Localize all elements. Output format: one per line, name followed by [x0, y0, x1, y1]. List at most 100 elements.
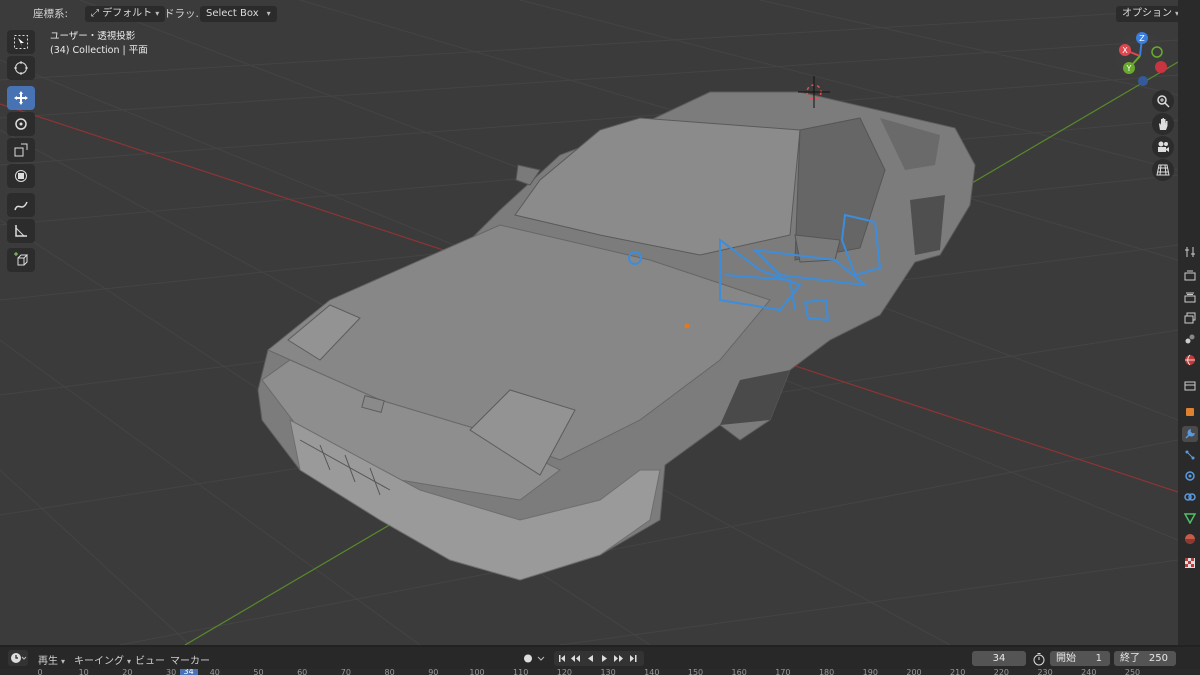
ruler-tick: 220	[993, 669, 1010, 675]
camera-icon	[1158, 141, 1169, 152]
object-icon[interactable]	[1182, 404, 1198, 420]
ruler-tick: 80	[384, 669, 395, 675]
measure-icon	[15, 225, 27, 237]
gizmo-z-label: Z	[1139, 34, 1145, 43]
timeline-editor: 再生 ▾ キーイング ▾ ビュー マーカー 34 開始 1 終了 250 0 1…	[0, 645, 1200, 675]
end-label: 終了	[1120, 653, 1140, 664]
keying-menu[interactable]: キーイング ▾	[74, 652, 131, 667]
viewport-info-overlay: ユーザー・透視投影 (34) Collection | 平面	[50, 30, 148, 58]
ruler-tick: 70	[340, 669, 351, 675]
ruler-tick: 120	[556, 669, 573, 675]
start-label: 開始	[1056, 653, 1076, 664]
clock-icon	[11, 653, 27, 663]
options-dropdown[interactable]: オプション ▾	[1116, 6, 1178, 22]
start-frame-field[interactable]: 開始 1	[1050, 651, 1110, 666]
view-layer-icon[interactable]	[1182, 310, 1198, 326]
ruler-tick: 130	[600, 669, 616, 675]
grid-icon	[1156, 164, 1170, 176]
tool-select-box[interactable]	[7, 30, 35, 54]
gizmo-x-label: X	[1122, 46, 1128, 55]
move-icon	[14, 91, 28, 105]
ruler-tick: 0	[37, 669, 43, 675]
tool-annotate[interactable]	[7, 193, 35, 217]
ruler-tick: 90	[428, 669, 439, 675]
texture-icon[interactable]	[1182, 555, 1198, 571]
constraints-icon[interactable]	[1182, 489, 1198, 505]
add-cube-icon	[14, 252, 29, 266]
zoom-button[interactable]	[1152, 90, 1174, 112]
prev-keyframe-icon	[571, 655, 580, 662]
axis-gizmo[interactable]: Z X Y	[1112, 30, 1176, 92]
3d-viewport[interactable]: 座標系: ⤢ デフォルト ▾ ドラッ... Select Box ▾ オプション ▾ …	[0, 0, 1178, 645]
ruler-tick: 160	[731, 669, 747, 675]
current-frame-field[interactable]: 34	[972, 651, 1026, 666]
data-icon[interactable]	[1182, 510, 1198, 526]
camera-view-button[interactable]	[1152, 136, 1174, 158]
chevron-down-icon: ▾	[127, 657, 132, 666]
coord-system-dropdown[interactable]: ⤢ デフォルト ▾	[85, 6, 166, 22]
collection-icon[interactable]	[1182, 378, 1198, 394]
scale-icon	[14, 143, 28, 157]
chevron-down-icon: ▾	[266, 9, 271, 18]
select-box-icon	[14, 35, 28, 49]
tool-scale[interactable]	[7, 138, 35, 162]
tool-move[interactable]	[7, 86, 35, 110]
ruler-tick: 50	[253, 669, 264, 675]
particles-icon[interactable]	[1182, 447, 1198, 463]
timeline-ruler[interactable]: 0 10 20 30 34 40 50 60 70 80 90 100 110 120 130 140 150 1…	[0, 669, 1200, 675]
tool-measure[interactable]	[7, 219, 35, 243]
transform-orientation-icon: ⤢	[91, 8, 103, 19]
ruler-tick: 250	[1124, 669, 1141, 675]
playback-controls	[554, 651, 644, 666]
tool-add-cube[interactable]	[7, 248, 35, 272]
end-frame-field[interactable]: 終了 250	[1114, 651, 1176, 666]
tool-transform[interactable]	[7, 164, 35, 188]
navigation-gizmo[interactable]: Z X Y	[1112, 30, 1176, 92]
gizmo-y-label: Y	[1126, 64, 1132, 73]
ruler-tick: 140	[644, 669, 660, 675]
start-value: 1	[1095, 653, 1102, 664]
ruler-tick: 20	[122, 669, 133, 675]
play-reverse-icon	[588, 655, 593, 662]
modifier-icon[interactable]	[1182, 426, 1198, 442]
auto-keying-toggle[interactable]	[520, 651, 550, 666]
car-model	[257, 91, 976, 581]
timeline-header: 再生 ▾ キーイング ▾ ビュー マーカー 34 開始 1 終了 250	[0, 647, 1200, 669]
current-frame-indicator: 34	[179, 669, 198, 675]
end-value: 250	[1148, 653, 1168, 664]
physics-icon[interactable]	[1182, 468, 1198, 484]
perspective-toggle-button[interactable]	[1152, 159, 1174, 181]
jump-start-icon	[559, 655, 565, 662]
world-icon[interactable]	[1182, 352, 1198, 368]
playback-menu[interactable]: 再生 ▾	[38, 652, 65, 667]
zoom-icon	[1157, 95, 1170, 108]
material-icon[interactable]	[1182, 531, 1198, 547]
ruler-tick: 10	[78, 669, 89, 675]
editor-type-button[interactable]	[8, 650, 28, 666]
ruler-tick: 110	[513, 669, 529, 675]
select-mode-dropdown[interactable]: Select Box ▾	[200, 6, 277, 22]
record-icon	[524, 654, 545, 663]
ruler-tick: 40	[209, 669, 220, 675]
tool-icon[interactable]	[1182, 244, 1198, 260]
annotate-icon	[14, 201, 28, 211]
ruler-tick: 240	[1081, 669, 1097, 675]
ruler-tick: 100	[469, 669, 485, 675]
tool-cursor[interactable]	[7, 56, 35, 80]
marker-menu[interactable]: マーカー	[170, 652, 210, 667]
pan-button[interactable]	[1152, 113, 1174, 135]
play-icon	[602, 655, 607, 662]
transform-icon	[15, 170, 27, 182]
ruler-tick: 170	[775, 669, 791, 675]
jump-end-icon	[630, 655, 637, 662]
stopwatch-icon[interactable]	[1032, 652, 1046, 666]
viewport-header: 座標系: ⤢ デフォルト ▾ ドラッ... Select Box ▾ オプション ▾	[0, 0, 1178, 26]
rotate-icon	[15, 118, 27, 130]
view-menu[interactable]: ビュー	[135, 652, 165, 667]
render-icon[interactable]	[1182, 268, 1198, 284]
cursor-icon	[14, 61, 28, 75]
coord-system-label: 座標系:	[33, 8, 69, 20]
scene-icon[interactable]	[1182, 331, 1198, 347]
output-icon[interactable]	[1182, 289, 1198, 305]
tool-rotate[interactable]	[7, 112, 35, 136]
